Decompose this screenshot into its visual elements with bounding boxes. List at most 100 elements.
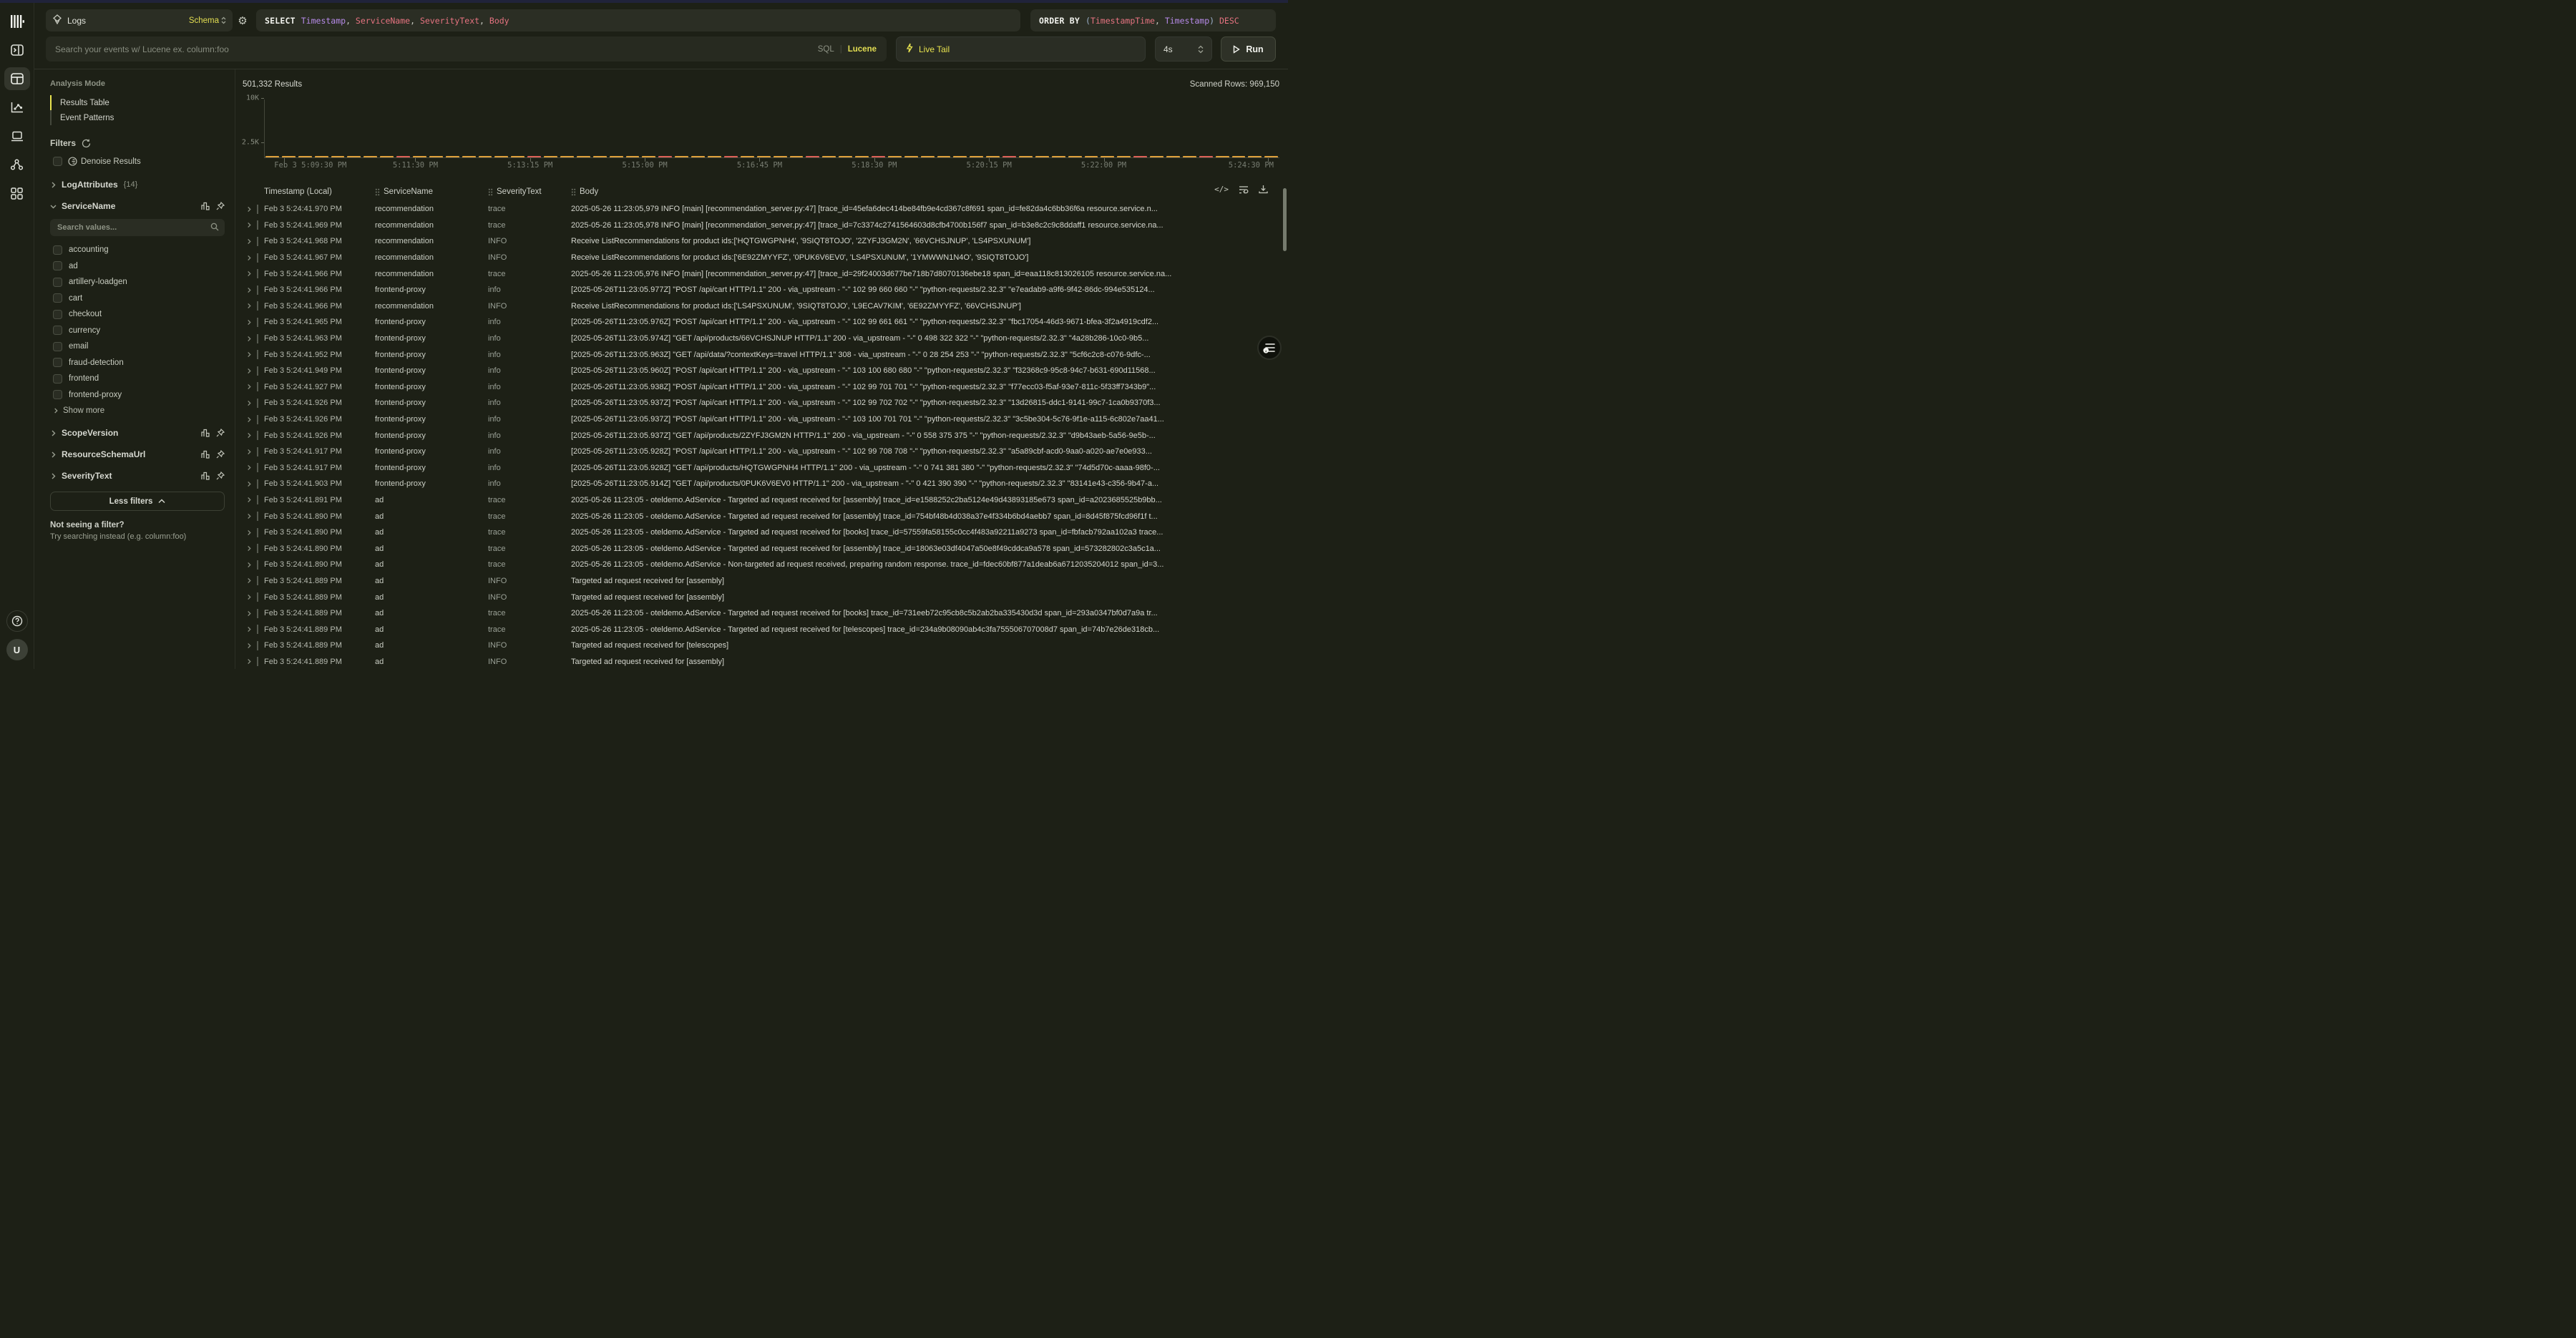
service-option[interactable]: checkout (50, 306, 225, 323)
log-row[interactable]: Feb 3 5:24:41.889 PMadINFOTargeted ad re… (235, 573, 1288, 590)
expand-chevron-icon[interactable] (241, 270, 257, 277)
expand-chevron-icon[interactable] (241, 206, 257, 213)
mode-results-table[interactable]: Results Table (50, 95, 225, 110)
live-tail-button[interactable]: Live Tail (896, 36, 1146, 62)
log-row[interactable]: Feb 3 5:24:41.926 PMfrontend-proxyinfo[2… (235, 411, 1288, 428)
run-button[interactable]: Run (1221, 36, 1276, 62)
checkbox-icon[interactable] (53, 310, 62, 319)
nav-search-logs[interactable] (4, 67, 30, 90)
drag-handle-icon[interactable] (375, 188, 380, 196)
user-avatar[interactable]: U (6, 639, 28, 660)
checkbox-icon[interactable] (53, 374, 62, 384)
select-query-editor[interactable]: SELECTTimestamp, ServiceName, SeverityTe… (256, 9, 1020, 31)
group-scopeversion[interactable]: ScopeVersion (50, 424, 225, 441)
group-severitytext[interactable]: SeverityText (50, 467, 225, 484)
expand-chevron-icon[interactable] (241, 449, 257, 455)
col-severitytext[interactable]: SeverityText (488, 187, 571, 196)
show-more-button[interactable]: Show more (50, 403, 225, 419)
service-option[interactable]: email (50, 338, 225, 355)
log-row[interactable]: Feb 3 5:24:41.891 PMadtrace2025-05-26 11… (235, 492, 1288, 509)
expand-chevron-icon[interactable] (241, 416, 257, 423)
expand-chevron-icon[interactable] (241, 497, 257, 503)
checkbox-icon[interactable] (53, 245, 62, 255)
expand-chevron-icon[interactable] (241, 481, 257, 487)
lucene-toggle[interactable]: Lucene (848, 45, 877, 54)
log-row[interactable]: Feb 3 5:24:41.949 PMfrontend-proxyinfo[2… (235, 363, 1288, 379)
nav-sessions[interactable] (4, 124, 30, 147)
log-row[interactable]: Feb 3 5:24:41.966 PMrecommendationtrace2… (235, 265, 1288, 282)
checkbox-icon[interactable] (53, 342, 62, 351)
log-row[interactable]: Feb 3 5:24:41.889 PMadINFOTargeted ad re… (235, 654, 1288, 669)
expand-chevron-icon[interactable] (241, 319, 257, 326)
search-input[interactable] (46, 36, 887, 62)
service-option[interactable]: cart (50, 290, 225, 307)
schema-mode-select[interactable]: Schema (189, 16, 226, 25)
expand-chevron-icon[interactable] (241, 336, 257, 342)
nav-service-map[interactable] (4, 153, 30, 176)
pin-icon[interactable] (216, 472, 225, 480)
log-row[interactable]: Feb 3 5:24:41.889 PMadINFOTargeted ad re… (235, 589, 1288, 605)
wrap-lines-icon[interactable] (1239, 185, 1249, 194)
source-selector[interactable]: Logs Schema (46, 9, 233, 31)
drag-handle-icon[interactable] (571, 188, 576, 196)
logo-icon[interactable] (4, 10, 30, 33)
help-button[interactable] (6, 610, 28, 632)
checkbox-icon[interactable] (53, 157, 62, 166)
expand-chevron-icon[interactable] (241, 351, 257, 358)
log-row[interactable]: Feb 3 5:24:41.966 PMrecommendationINFORe… (235, 298, 1288, 315)
group-logattributes[interactable]: LogAttributes {14} (50, 176, 225, 193)
log-row[interactable]: Feb 3 5:24:41.917 PMfrontend-proxyinfo[2… (235, 460, 1288, 477)
less-filters-button[interactable]: Less filters (50, 492, 225, 511)
service-option[interactable]: artillery-loadgen (50, 274, 225, 290)
expand-chevron-icon[interactable] (241, 562, 257, 568)
expand-chevron-icon[interactable] (241, 577, 257, 584)
log-row[interactable]: Feb 3 5:24:41.926 PMfrontend-proxyinfo[2… (235, 395, 1288, 411)
expand-chevron-icon[interactable] (241, 287, 257, 293)
log-row[interactable]: Feb 3 5:24:41.963 PMfrontend-proxyinfo[2… (235, 331, 1288, 347)
drag-handle-icon[interactable] (488, 188, 493, 196)
log-row[interactable]: Feb 3 5:24:41.965 PMfrontend-proxyinfo[2… (235, 314, 1288, 331)
log-row[interactable]: Feb 3 5:24:41.967 PMrecommendationINFORe… (235, 250, 1288, 266)
orderby-editor[interactable]: ORDER BY(TimestampTime, Timestamp) DESC (1030, 9, 1276, 31)
expand-chevron-icon[interactable] (241, 464, 257, 471)
checkbox-icon[interactable] (53, 261, 62, 270)
expand-chevron-icon[interactable] (241, 255, 257, 261)
checkbox-icon[interactable] (53, 278, 62, 287)
log-row[interactable]: Feb 3 5:24:41.917 PMfrontend-proxyinfo[2… (235, 444, 1288, 460)
nav-dashboards[interactable] (4, 182, 30, 205)
expand-chevron-icon[interactable] (241, 545, 257, 552)
service-option[interactable]: frontend-proxy (50, 387, 225, 404)
expand-chevron-icon[interactable] (241, 432, 257, 439)
checkbox-icon[interactable] (53, 293, 62, 303)
display-options-fab[interactable] (1257, 336, 1282, 360)
vertical-scrollbar-thumb[interactable] (1283, 188, 1287, 251)
col-servicename[interactable]: ServiceName (375, 187, 488, 196)
expand-chevron-icon[interactable] (241, 658, 257, 665)
terminal-panel-icon[interactable] (4, 39, 30, 62)
bar-chart-icon[interactable] (201, 429, 210, 437)
log-row[interactable]: Feb 3 5:24:41.968 PMrecommendationINFORe… (235, 233, 1288, 250)
log-row[interactable]: Feb 3 5:24:41.890 PMadtrace2025-05-26 11… (235, 540, 1288, 557)
pin-icon[interactable] (216, 450, 225, 459)
expand-chevron-icon[interactable] (241, 513, 257, 519)
bar-chart-icon[interactable] (201, 450, 210, 459)
group-resourceschemaurl[interactable]: ResourceSchemaUrl (50, 446, 225, 463)
denoise-toggle[interactable]: Denoise Results (53, 157, 225, 166)
bar-chart-icon[interactable] (201, 472, 210, 480)
expand-chevron-icon[interactable] (241, 368, 257, 374)
log-row[interactable]: Feb 3 5:24:41.903 PMfrontend-proxyinfo[2… (235, 476, 1288, 492)
expand-chevron-icon[interactable] (241, 222, 257, 228)
group-servicename[interactable]: ServiceName (50, 197, 225, 215)
nav-chart-explorer[interactable] (4, 96, 30, 119)
expand-chevron-icon[interactable] (241, 610, 257, 617)
gear-icon[interactable]: ⚙ (235, 9, 250, 31)
pin-icon[interactable] (216, 429, 225, 437)
log-row[interactable]: Feb 3 5:24:41.966 PMfrontend-proxyinfo[2… (235, 282, 1288, 298)
expand-chevron-icon[interactable] (241, 384, 257, 390)
expand-chevron-icon[interactable] (241, 400, 257, 406)
checkbox-icon[interactable] (53, 358, 62, 367)
refresh-interval-select[interactable]: 4s (1155, 36, 1212, 62)
col-timestamp[interactable]: Timestamp (Local) (264, 187, 375, 196)
mode-event-patterns[interactable]: Event Patterns (50, 110, 225, 125)
bar-chart-icon[interactable] (201, 202, 210, 210)
